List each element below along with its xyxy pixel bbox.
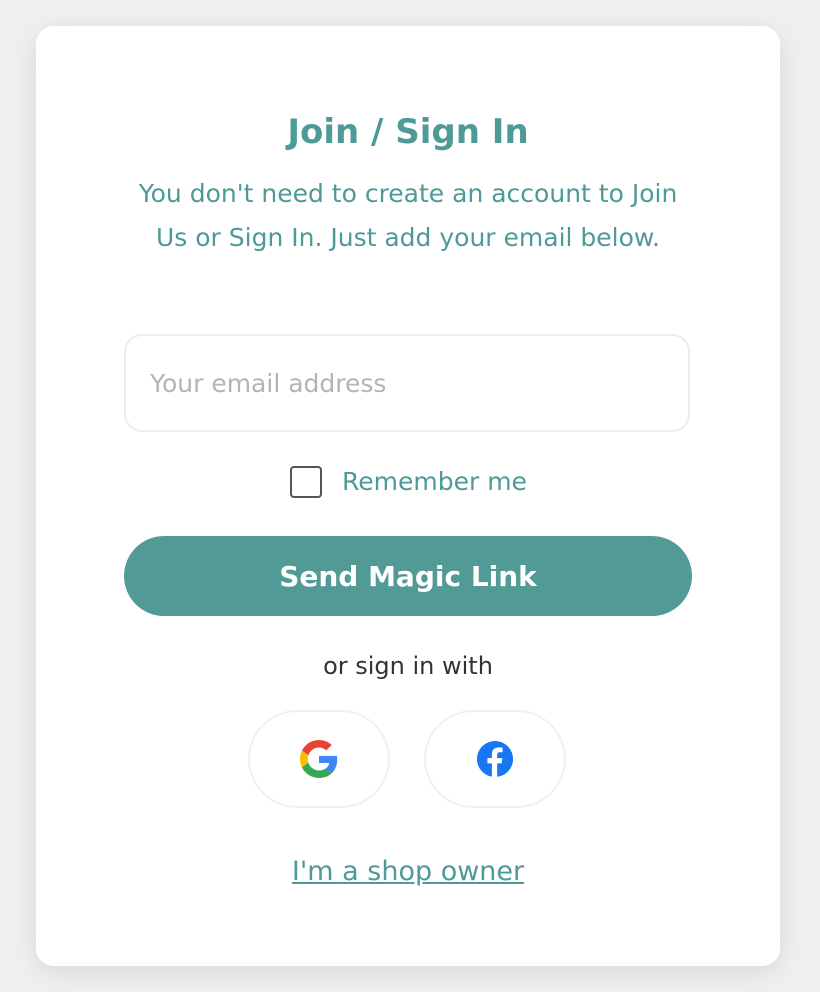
remember-me-label[interactable]: Remember me: [342, 464, 527, 500]
page-title: Join / Sign In: [287, 112, 529, 152]
email-input[interactable]: [124, 334, 690, 432]
remember-me-checkbox[interactable]: [290, 466, 322, 498]
google-icon: [300, 740, 338, 778]
sign-in-card: Join / Sign In You don't need to create …: [36, 26, 780, 966]
social-divider-text: or sign in with: [323, 652, 493, 680]
shop-owner-link[interactable]: I'm a shop owner: [36, 852, 780, 892]
remember-me-row[interactable]: Remember me: [290, 464, 527, 500]
facebook-sign-in-button[interactable]: [424, 710, 566, 808]
google-sign-in-button[interactable]: [248, 710, 390, 808]
send-magic-link-button[interactable]: Send Magic Link: [124, 536, 692, 616]
facebook-icon: [476, 740, 514, 778]
page-subtitle: You don't need to create an account to J…: [138, 179, 678, 252]
